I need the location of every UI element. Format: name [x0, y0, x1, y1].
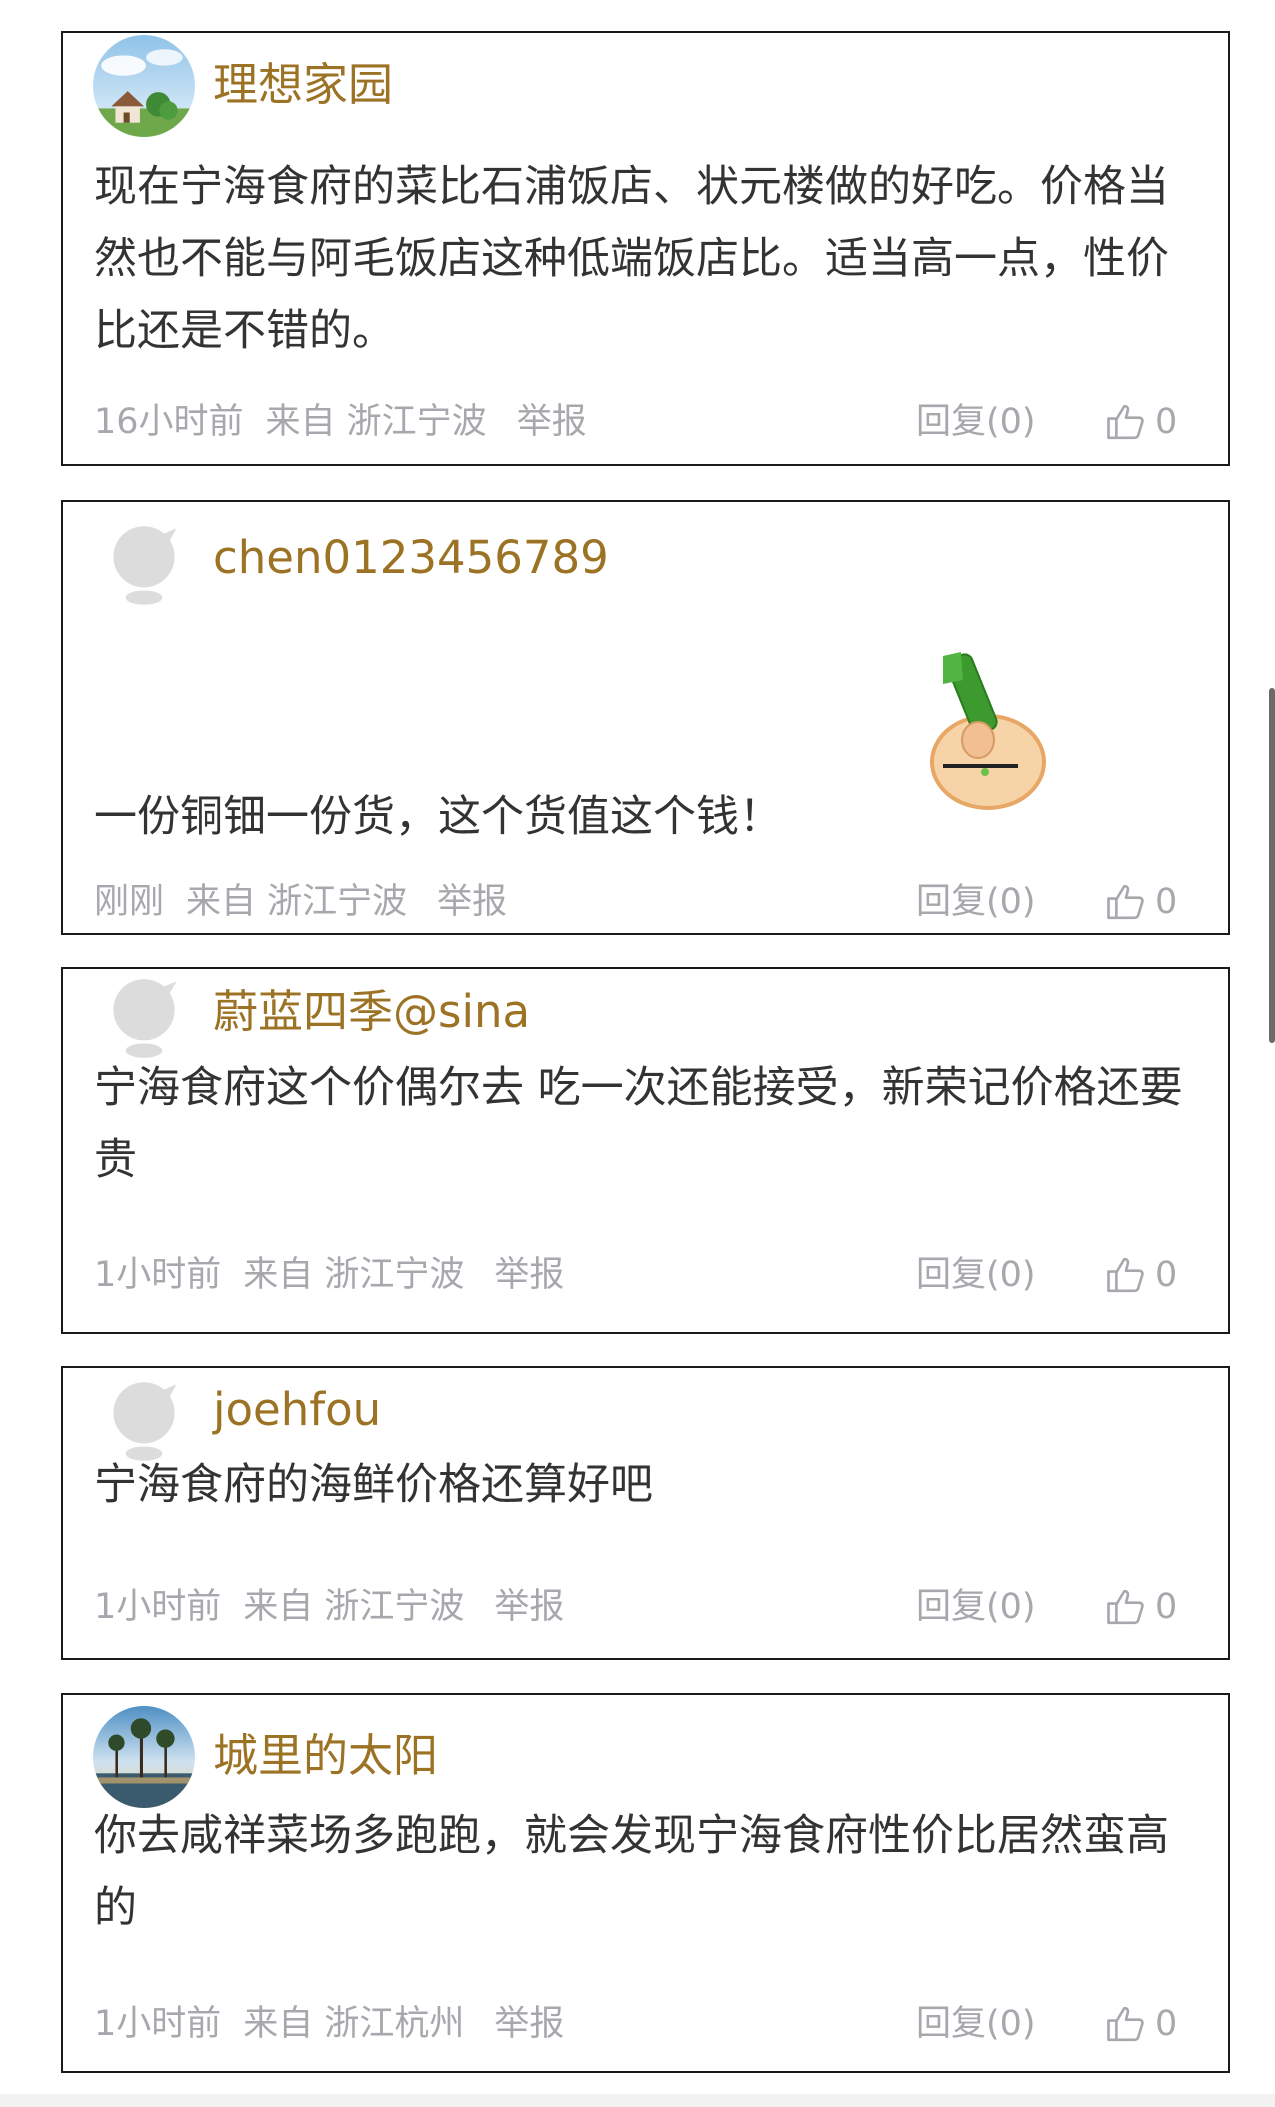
reply-button[interactable]: 回复(0)	[916, 880, 1036, 924]
timestamp: 1小时前	[94, 2004, 222, 2044]
comment-card: 理想家园 现在宁海食府的菜比石浦饭店、状元楼做的好吃。价格当然也不能与阿毛饭店这…	[61, 31, 1230, 466]
scrollbar-thumb[interactable]	[1269, 688, 1275, 1043]
username[interactable]: 城里的太阳	[213, 1728, 438, 1784]
like-button[interactable]: 0	[1105, 400, 1177, 444]
avatar[interactable]	[93, 1706, 195, 1808]
like-button[interactable]: 0	[1105, 1585, 1177, 1629]
comment-meta: 16小时前 来自 浙江宁波 举报	[94, 400, 609, 444]
comment-text: 宁海食府这个价偶尔去 吃一次还能接受，新荣记价格还要贵	[94, 1063, 1183, 1185]
comment-text: 一份铜钿一份货，这个货值这个钱！	[94, 792, 782, 842]
timestamp: 1小时前	[94, 1587, 222, 1627]
thumbs-up-icon	[1107, 1257, 1144, 1293]
report-link[interactable]: 举报	[494, 2004, 564, 2044]
report-link[interactable]: 举报	[517, 402, 587, 442]
comment-card: joehfou 宁海食府的海鲜价格还算好吧 1小时前 来自 浙江宁波 举报 回复(0…	[61, 1366, 1230, 1660]
report-link[interactable]: 举报	[437, 882, 507, 922]
thumbs-up-icon	[1107, 2006, 1144, 2042]
like-button[interactable]: 0	[1105, 2002, 1177, 2046]
username[interactable]: 蔚蓝四季@sina	[213, 984, 530, 1040]
comment-card: 城里的太阳 你去咸祥菜场多跑跑，就会发现宁海食府性价比居然蛮高的 1小时前 来自 …	[61, 1693, 1230, 2073]
avatar[interactable]	[93, 35, 195, 137]
avatar[interactable]	[93, 516, 195, 618]
timestamp: 16小时前	[94, 402, 244, 442]
thumbs-up-icon	[1107, 884, 1144, 920]
comment-card: chen0123456789 一份铜钿一份货，这个货值这个钱！ 刚刚 来自 浙江宁…	[61, 500, 1230, 935]
comment-meta: 1小时前 来自 浙江宁波 举报	[94, 1253, 586, 1297]
like-button[interactable]: 0	[1105, 1253, 1177, 1297]
thumbs-up-icon	[1107, 1589, 1144, 1625]
location: 来自 浙江宁波	[186, 882, 408, 922]
timestamp: 1小时前	[94, 1255, 222, 1295]
reply-button[interactable]: 回复(0)	[916, 400, 1036, 444]
thumbs-up-icon	[1107, 404, 1144, 440]
reply-button[interactable]: 回复(0)	[916, 1585, 1036, 1629]
comment-text: 你去咸祥菜场多跑跑，就会发现宁海食府性价比居然蛮高的	[94, 1811, 1169, 1933]
location: 来自 浙江杭州	[243, 2004, 465, 2044]
username[interactable]: chen0123456789	[213, 530, 609, 586]
timestamp: 刚刚	[94, 882, 165, 922]
comment-text: 宁海食府的海鲜价格还算好吧	[94, 1460, 653, 1510]
reply-button[interactable]: 回复(0)	[916, 2002, 1036, 2046]
username[interactable]: joehfou	[213, 1382, 381, 1438]
comment-card: 蔚蓝四季@sina 宁海食府这个价偶尔去 吃一次还能接受，新荣记价格还要贵 1小…	[61, 967, 1230, 1334]
location: 来自 浙江宁波	[243, 1255, 465, 1295]
comment-feed: 理想家园 现在宁海食府的菜比石浦饭店、状元楼做的好吃。价格当然也不能与阿毛饭店这…	[0, 0, 1275, 2107]
like-count: 0	[1155, 1255, 1178, 1295]
report-link[interactable]: 举报	[494, 1255, 564, 1295]
reply-button[interactable]: 回复(0)	[916, 1253, 1036, 1297]
like-count: 0	[1155, 882, 1178, 922]
like-count: 0	[1155, 1587, 1178, 1627]
bottom-divider	[0, 2094, 1275, 2107]
like-count: 0	[1155, 2004, 1178, 2044]
location: 来自 浙江宁波	[243, 1587, 465, 1627]
comment-meta: 刚刚 来自 浙江宁波 举报	[94, 880, 529, 924]
location: 来自 浙江宁波	[265, 402, 487, 442]
comment-meta: 1小时前 来自 浙江宁波 举报	[94, 1585, 586, 1629]
report-link[interactable]: 举报	[494, 1587, 564, 1627]
comment-text: 现在宁海食府的菜比石浦饭店、状元楼做的好吃。价格当然也不能与阿毛饭店这种低端饭店…	[94, 162, 1169, 356]
comment-meta: 1小时前 来自 浙江杭州 举报	[94, 2002, 586, 2046]
username[interactable]: 理想家园	[213, 57, 393, 113]
like-button[interactable]: 0	[1105, 880, 1177, 924]
like-count: 0	[1155, 402, 1178, 442]
